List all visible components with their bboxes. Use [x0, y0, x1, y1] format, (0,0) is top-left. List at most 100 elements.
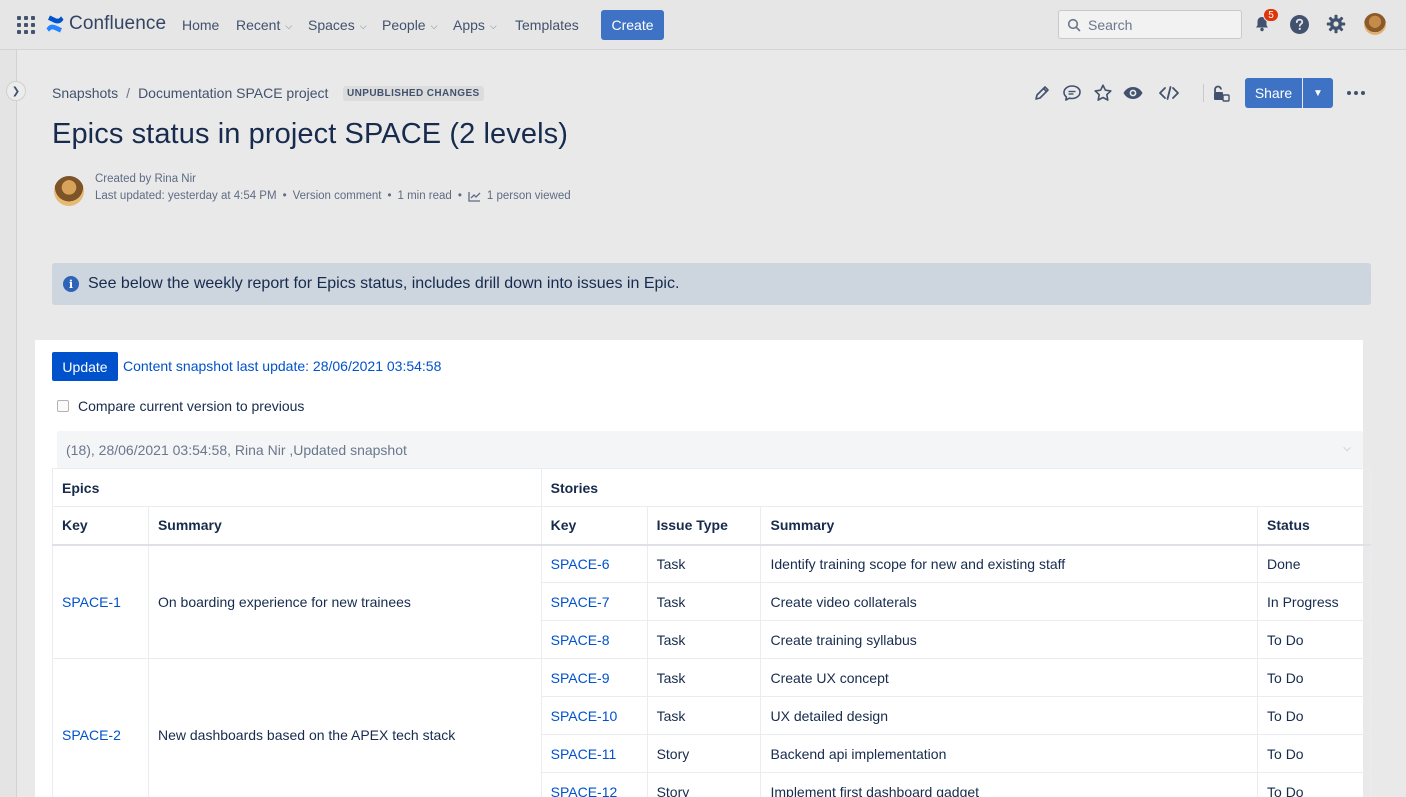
search-input[interactable]: Search — [1058, 10, 1242, 39]
epic-key-cell: SPACE-2 — [52, 658, 149, 797]
nav-apps[interactable]: Apps ⌵ — [453, 17, 497, 33]
epic-key-link[interactable]: SPACE-1 — [62, 594, 121, 610]
nav-recent-label: Recent — [236, 17, 281, 33]
page-title: Epics status in project SPACE (2 levels) — [52, 118, 568, 150]
unpublished-changes-lozenge[interactable]: UNPUBLISHED CHANGES — [343, 86, 484, 101]
info-panel-text: See below the weekly report for Epics st… — [88, 275, 680, 292]
snapshot-last-update-link[interactable]: Content snapshot last update: 28/06/2021… — [123, 358, 441, 374]
confluence-logo-text: Confluence — [69, 13, 167, 34]
column-header-epic-key[interactable]: Key — [52, 506, 149, 546]
column-header-epic-summary[interactable]: Summary — [147, 506, 542, 546]
expand-sidebar-button[interactable]: ❯ — [6, 81, 26, 101]
chevron-down-icon: ⌵ — [285, 20, 293, 31]
story-key-link[interactable]: SPACE-10 — [551, 708, 618, 724]
star-icon — [1094, 84, 1112, 101]
search-placeholder: Search — [1088, 16, 1133, 33]
info-panel: i See below the weekly report for Epics … — [52, 263, 1371, 305]
breadcrumb-documentation-space[interactable]: Documentation SPACE project — [138, 85, 328, 101]
chevron-right-icon: ❯ — [11, 85, 21, 97]
author-avatar[interactable] — [54, 176, 84, 206]
story-key-cell: SPACE-11 — [540, 734, 648, 773]
epic-key-link[interactable]: SPACE-2 — [62, 727, 121, 743]
chevron-down-icon: ⌵ — [430, 20, 438, 31]
column-header-issue-type[interactable]: Issue Type — [646, 506, 762, 546]
search-icon — [1067, 18, 1081, 31]
story-summary-cell: Create UX concept — [760, 658, 1259, 697]
embed-code-button[interactable] — [1158, 82, 1180, 104]
nav-recent[interactable]: Recent ⌵ — [236, 17, 292, 33]
create-button[interactable]: Create — [601, 10, 664, 40]
story-key-cell: SPACE-12 — [540, 772, 648, 797]
more-dot-icon — [1354, 91, 1358, 95]
compare-versions-label[interactable]: Compare current version to previous — [78, 398, 304, 414]
chevron-down-icon: ⌵ — [359, 20, 367, 31]
version-comment-link[interactable]: Version comment — [293, 190, 382, 202]
update-button[interactable]: Update — [52, 352, 118, 381]
epic-summary-cell: New dashboards based on the APEX tech st… — [147, 658, 542, 797]
watch-button[interactable] — [1122, 82, 1144, 104]
issue-type-cell: Task — [646, 696, 762, 735]
status-cell: To Do — [1257, 772, 1371, 797]
story-summary-cell: Implement first dashboard gadget — [760, 772, 1259, 797]
column-header-story-key[interactable]: Key — [540, 506, 648, 546]
nav-templates-label: Templates — [515, 17, 579, 33]
help-button[interactable] — [1288, 13, 1310, 35]
snapshot-version-select[interactable]: (18), 28/06/2021 03:54:58, Rina Nir ,Upd… — [57, 431, 1363, 468]
share-dropdown-button[interactable]: ▼ — [1303, 78, 1333, 108]
issue-type-cell: Story — [646, 772, 762, 797]
last-updated-link[interactable]: Last updated: yesterday at 4:54 PM — [95, 190, 277, 202]
page-viewers-link[interactable]: 1 person viewed — [487, 190, 571, 202]
nav-people[interactable]: People ⌵ — [382, 17, 437, 33]
analytics-icon — [468, 191, 481, 202]
issue-type-cell: Task — [646, 620, 762, 659]
read-time: 1 min read — [397, 190, 452, 202]
story-summary-cell: Identify training scope for new and exis… — [760, 544, 1259, 583]
story-key-cell: SPACE-8 — [540, 620, 648, 659]
chevron-down-icon: ⌵ — [1343, 443, 1351, 454]
nav-spaces[interactable]: Spaces ⌵ — [308, 17, 367, 33]
more-dot-icon — [1347, 91, 1351, 95]
sidebar-rail — [0, 50, 17, 797]
confluence-logo[interactable]: Confluence — [45, 13, 166, 35]
epic-summary-cell: On boarding experience for new trainees — [147, 544, 542, 659]
column-header-story-summary[interactable]: Summary — [760, 506, 1259, 546]
story-summary-cell: UX detailed design — [760, 696, 1259, 735]
epics-group-header: Epics — [52, 468, 542, 507]
column-header-status[interactable]: Status — [1257, 506, 1371, 546]
epics-report-macro: Update Content snapshot last update: 28/… — [35, 340, 1372, 797]
edit-button[interactable] — [1031, 82, 1053, 104]
snapshot-version-selected: (18), 28/06/2021 03:54:58, Rina Nir ,Upd… — [66, 441, 407, 458]
more-actions-button[interactable] — [1343, 82, 1369, 104]
story-key-link[interactable]: SPACE-6 — [551, 556, 610, 572]
share-button[interactable]: Share — [1245, 78, 1302, 108]
story-key-cell: SPACE-10 — [540, 696, 648, 735]
story-key-link[interactable]: SPACE-8 — [551, 632, 610, 648]
app-switcher-icon[interactable] — [17, 16, 35, 34]
restrictions-button[interactable] — [1210, 82, 1232, 104]
chevron-down-icon: ⌵ — [489, 20, 497, 31]
notification-badge: 5 — [1263, 8, 1279, 22]
user-avatar[interactable] — [1364, 13, 1386, 35]
toolbar-divider — [1203, 84, 1204, 102]
epic-key-cell: SPACE-1 — [52, 544, 149, 659]
breadcrumb-snapshots[interactable]: Snapshots — [52, 85, 118, 101]
eye-icon — [1123, 87, 1143, 99]
nav-home[interactable]: Home — [182, 17, 219, 33]
comment-button[interactable] — [1061, 82, 1083, 104]
settings-button[interactable] — [1325, 13, 1347, 35]
compare-versions-checkbox[interactable] — [57, 400, 69, 412]
story-key-link[interactable]: SPACE-12 — [551, 784, 618, 797]
story-key-link[interactable]: SPACE-11 — [551, 746, 617, 762]
story-key-link[interactable]: SPACE-9 — [551, 670, 610, 686]
breadcrumb: Snapshots / Documentation SPACE project — [52, 85, 328, 101]
status-cell: To Do — [1257, 620, 1371, 659]
story-key-cell: SPACE-6 — [540, 544, 648, 583]
separator-dot: • — [387, 190, 392, 202]
story-key-link[interactable]: SPACE-7 — [551, 594, 610, 610]
nav-templates[interactable]: Templates — [515, 17, 579, 33]
star-button[interactable] — [1092, 82, 1114, 104]
story-summary-cell: Create video collaterals — [760, 582, 1259, 621]
story-summary-cell: Create training syllabus — [760, 620, 1259, 659]
more-dot-icon — [1361, 91, 1365, 95]
stories-group-header: Stories — [540, 468, 1372, 507]
